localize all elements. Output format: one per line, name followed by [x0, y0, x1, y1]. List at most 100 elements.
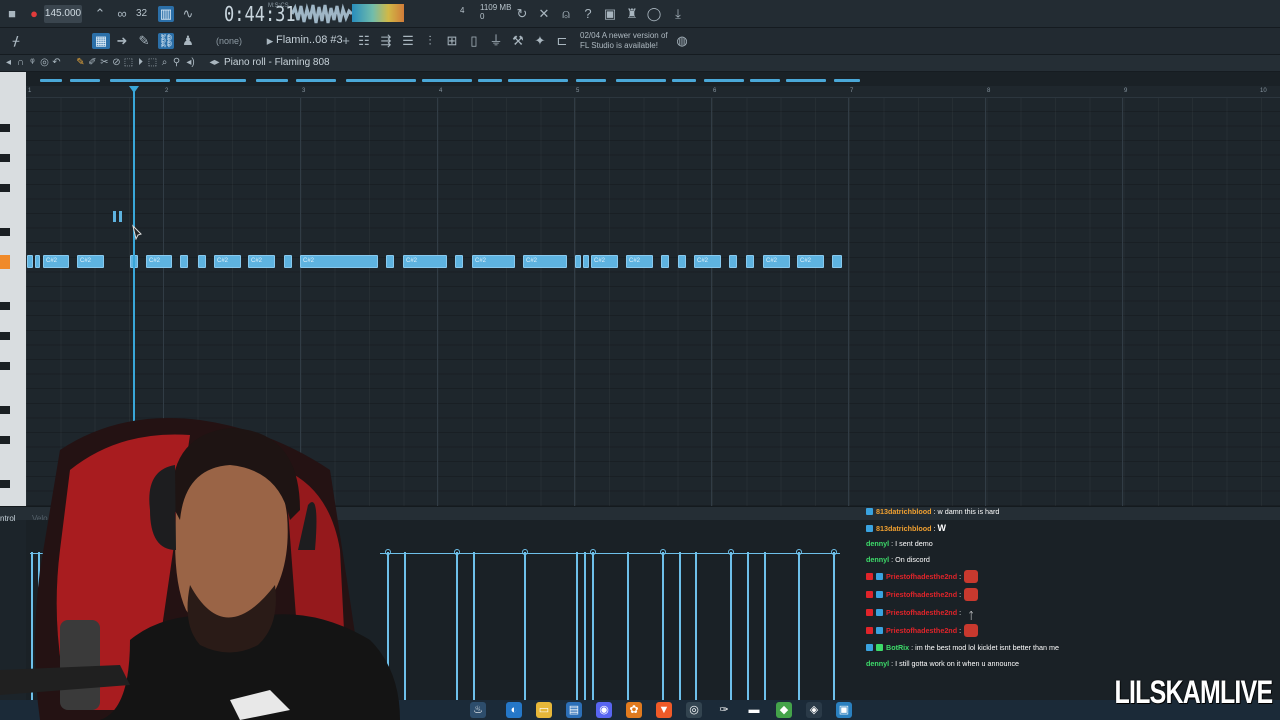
pen-taskbar-icon[interactable]: ✑ — [716, 702, 732, 718]
game-taskbar-icon[interactable]: ◆ — [776, 702, 792, 718]
preset-selector[interactable]: (none) — [216, 36, 242, 46]
microphone-icon[interactable]: ⍝ — [558, 6, 574, 22]
note[interactable] — [832, 255, 842, 268]
note[interactable]: C#2 — [763, 255, 790, 268]
black-key[interactable] — [0, 124, 10, 132]
velocity-bar[interactable] — [662, 552, 664, 700]
velocity-bar[interactable] — [679, 552, 681, 700]
fl-taskbar-icon[interactable]: ✿ — [626, 702, 642, 718]
wand-icon[interactable]: ✦ — [532, 33, 548, 49]
velocity-bar[interactable] — [584, 552, 586, 700]
brave-taskbar-icon[interactable]: ▼ — [656, 702, 672, 718]
discord-taskbar-icon[interactable]: ◉ — [596, 702, 612, 718]
link-icon[interactable]: ⛓ — [158, 33, 175, 49]
wave-icon[interactable]: ∿ — [180, 6, 196, 22]
chat-username[interactable]: Priestofhadesthe2nd — [886, 608, 957, 617]
note[interactable] — [455, 255, 463, 268]
help-icon[interactable]: ? — [580, 6, 596, 22]
playlist-icon[interactable]: ☷ — [356, 33, 372, 49]
velocity-handle[interactable] — [454, 549, 460, 555]
speaker-icon[interactable]: ◂) — [184, 56, 197, 70]
update-notice[interactable]: 02/04 A newer version of FL Studio is av… — [580, 31, 668, 51]
velocity-handle[interactable] — [796, 549, 802, 555]
arrow-right-icon[interactable]: ➜ — [114, 33, 130, 49]
chat-username[interactable]: 813datrichblood — [876, 507, 932, 516]
cart-icon[interactable]: ⊏ — [554, 33, 570, 49]
velocity-handle[interactable] — [590, 549, 596, 555]
note[interactable]: C#2 — [300, 255, 378, 268]
velocity-bar[interactable] — [798, 552, 800, 700]
file-icon[interactable]: ▯ — [466, 33, 482, 49]
chat-username[interactable]: Priestofhadesthe2nd — [886, 590, 957, 599]
stamp-icon[interactable]: ♟ — [180, 33, 196, 49]
velocity-bar[interactable] — [627, 552, 629, 700]
folder-taskbar-icon[interactable]: ▭ — [536, 702, 552, 718]
velocity-bar[interactable] — [833, 552, 835, 700]
note[interactable]: C#2 — [403, 255, 447, 268]
draw-icon[interactable]: ✎ — [136, 33, 152, 49]
note[interactable] — [27, 255, 33, 268]
mixer-icon[interactable]: ☰ — [400, 33, 416, 49]
velocity-bar[interactable] — [695, 552, 697, 700]
chat-icon[interactable]: ◯ — [646, 6, 662, 22]
black-key[interactable] — [0, 154, 10, 162]
note[interactable] — [575, 255, 581, 268]
store-taskbar-icon[interactable]: ▤ — [566, 702, 582, 718]
faders-icon[interactable]: ⫶ — [422, 33, 438, 49]
step-mode-icon[interactable]: ▥ — [158, 6, 174, 22]
note[interactable] — [386, 255, 394, 268]
chat-username[interactable]: 813datrichblood — [876, 524, 932, 533]
globe-icon[interactable]: ◍ — [674, 33, 690, 49]
note[interactable]: C#2 — [77, 255, 104, 268]
chrome-taskbar-icon[interactable]: ◎ — [686, 702, 702, 718]
note[interactable] — [661, 255, 669, 268]
black-key[interactable] — [0, 184, 10, 192]
note[interactable] — [729, 255, 737, 268]
fl-studio-taskbar-icon[interactable]: ♨ — [470, 702, 486, 718]
note[interactable] — [284, 255, 292, 268]
note[interactable] — [746, 255, 754, 268]
chat-username[interactable]: Priestofhadesthe2nd — [886, 626, 957, 635]
velocity-bar[interactable] — [456, 552, 458, 700]
playhead-marker[interactable] — [129, 86, 139, 93]
magnify-icon[interactable]: ⚲ — [170, 56, 183, 70]
tempo-display[interactable]: 145.000 — [44, 5, 82, 23]
black-key[interactable] — [0, 302, 10, 310]
stop-icon[interactable]: ■ — [4, 6, 20, 22]
edge-taskbar-icon[interactable]: ◐ — [506, 702, 522, 718]
undo-icon[interactable]: ↶ — [50, 56, 63, 70]
note[interactable]: C#2 — [146, 255, 172, 268]
highlighted-key[interactable] — [0, 255, 10, 269]
note[interactable] — [198, 255, 206, 268]
plug-icon[interactable]: ⏚ — [488, 33, 504, 49]
chat-username[interactable]: Priestofhadesthe2nd — [886, 572, 957, 581]
note[interactable] — [678, 255, 686, 268]
velocity-bar[interactable] — [730, 552, 732, 700]
note[interactable]: C#2 — [43, 255, 69, 268]
note[interactable]: C#2 — [626, 255, 653, 268]
velocity-bar[interactable] — [524, 552, 526, 700]
black-key[interactable] — [0, 332, 10, 340]
timeline-ruler[interactable]: 1 2 3 4 5 6 7 8 9 10 — [26, 86, 1280, 98]
chat-username[interactable]: dennyl — [866, 539, 889, 548]
metronome-icon[interactable]: ⌃ — [92, 6, 108, 22]
note[interactable]: C#2 — [694, 255, 721, 268]
velocity-bar[interactable] — [747, 552, 749, 700]
velocity-handle[interactable] — [728, 549, 734, 555]
tools-icon[interactable]: ⚒ — [510, 33, 526, 49]
chat-username[interactable]: dennyl — [866, 555, 889, 564]
note[interactable]: C#2 — [591, 255, 618, 268]
record-icon[interactable]: ● — [26, 6, 42, 22]
note[interactable]: C#2 — [472, 255, 515, 268]
refresh-icon[interactable]: ↻ — [514, 6, 530, 22]
black-key[interactable] — [0, 228, 10, 236]
velocity-bar[interactable] — [576, 552, 578, 700]
cut-icon[interactable]: ✕ — [536, 6, 552, 22]
bar-taskbar-icon[interactable]: ▬ — [746, 702, 762, 718]
loop-icon[interactable]: ∞ — [114, 6, 130, 22]
note[interactable] — [180, 255, 188, 268]
velocity-handle[interactable] — [660, 549, 666, 555]
save-icon[interactable]: ▣ — [602, 6, 618, 22]
chat-username[interactable]: dennyl — [866, 659, 889, 668]
note[interactable]: C#2 — [248, 255, 275, 268]
